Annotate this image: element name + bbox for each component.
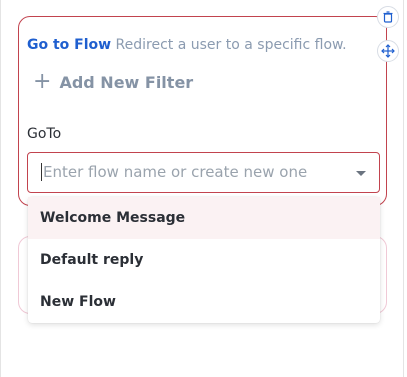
flow-editor-canvas: Go to Flow Redirect a user to a specific… [0,0,407,377]
flow-search-input[interactable]: Enter flow name or create new one [43,163,307,181]
move-node-button[interactable] [377,40,399,62]
add-filter-label: Add New Filter [59,72,194,92]
add-filter-button[interactable]: + Add New Filter [33,71,193,93]
card-header: Go to Flow Redirect a user to a specific… [27,37,347,53]
panel-right-border [403,0,404,377]
caret-down-icon[interactable] [356,171,366,176]
goto-label: GoTo [27,126,62,142]
card-description: Redirect a user to a specific flow. [115,37,347,53]
dropdown-option-default-reply[interactable]: Default reply [28,239,380,281]
trash-icon [383,11,393,23]
plus-icon: + [33,69,52,94]
text-cursor [41,163,42,181]
delete-node-button[interactable] [377,6,399,28]
move-arrows-icon [381,44,395,58]
dropdown-option-new-flow[interactable]: New Flow [28,281,380,323]
card-title: Go to Flow [27,37,112,53]
dropdown-option-welcome-message[interactable]: Welcome Message [28,197,380,239]
panel-left-border [0,0,1,377]
flow-dropdown-menu: Welcome Message Default reply New Flow [28,197,380,323]
